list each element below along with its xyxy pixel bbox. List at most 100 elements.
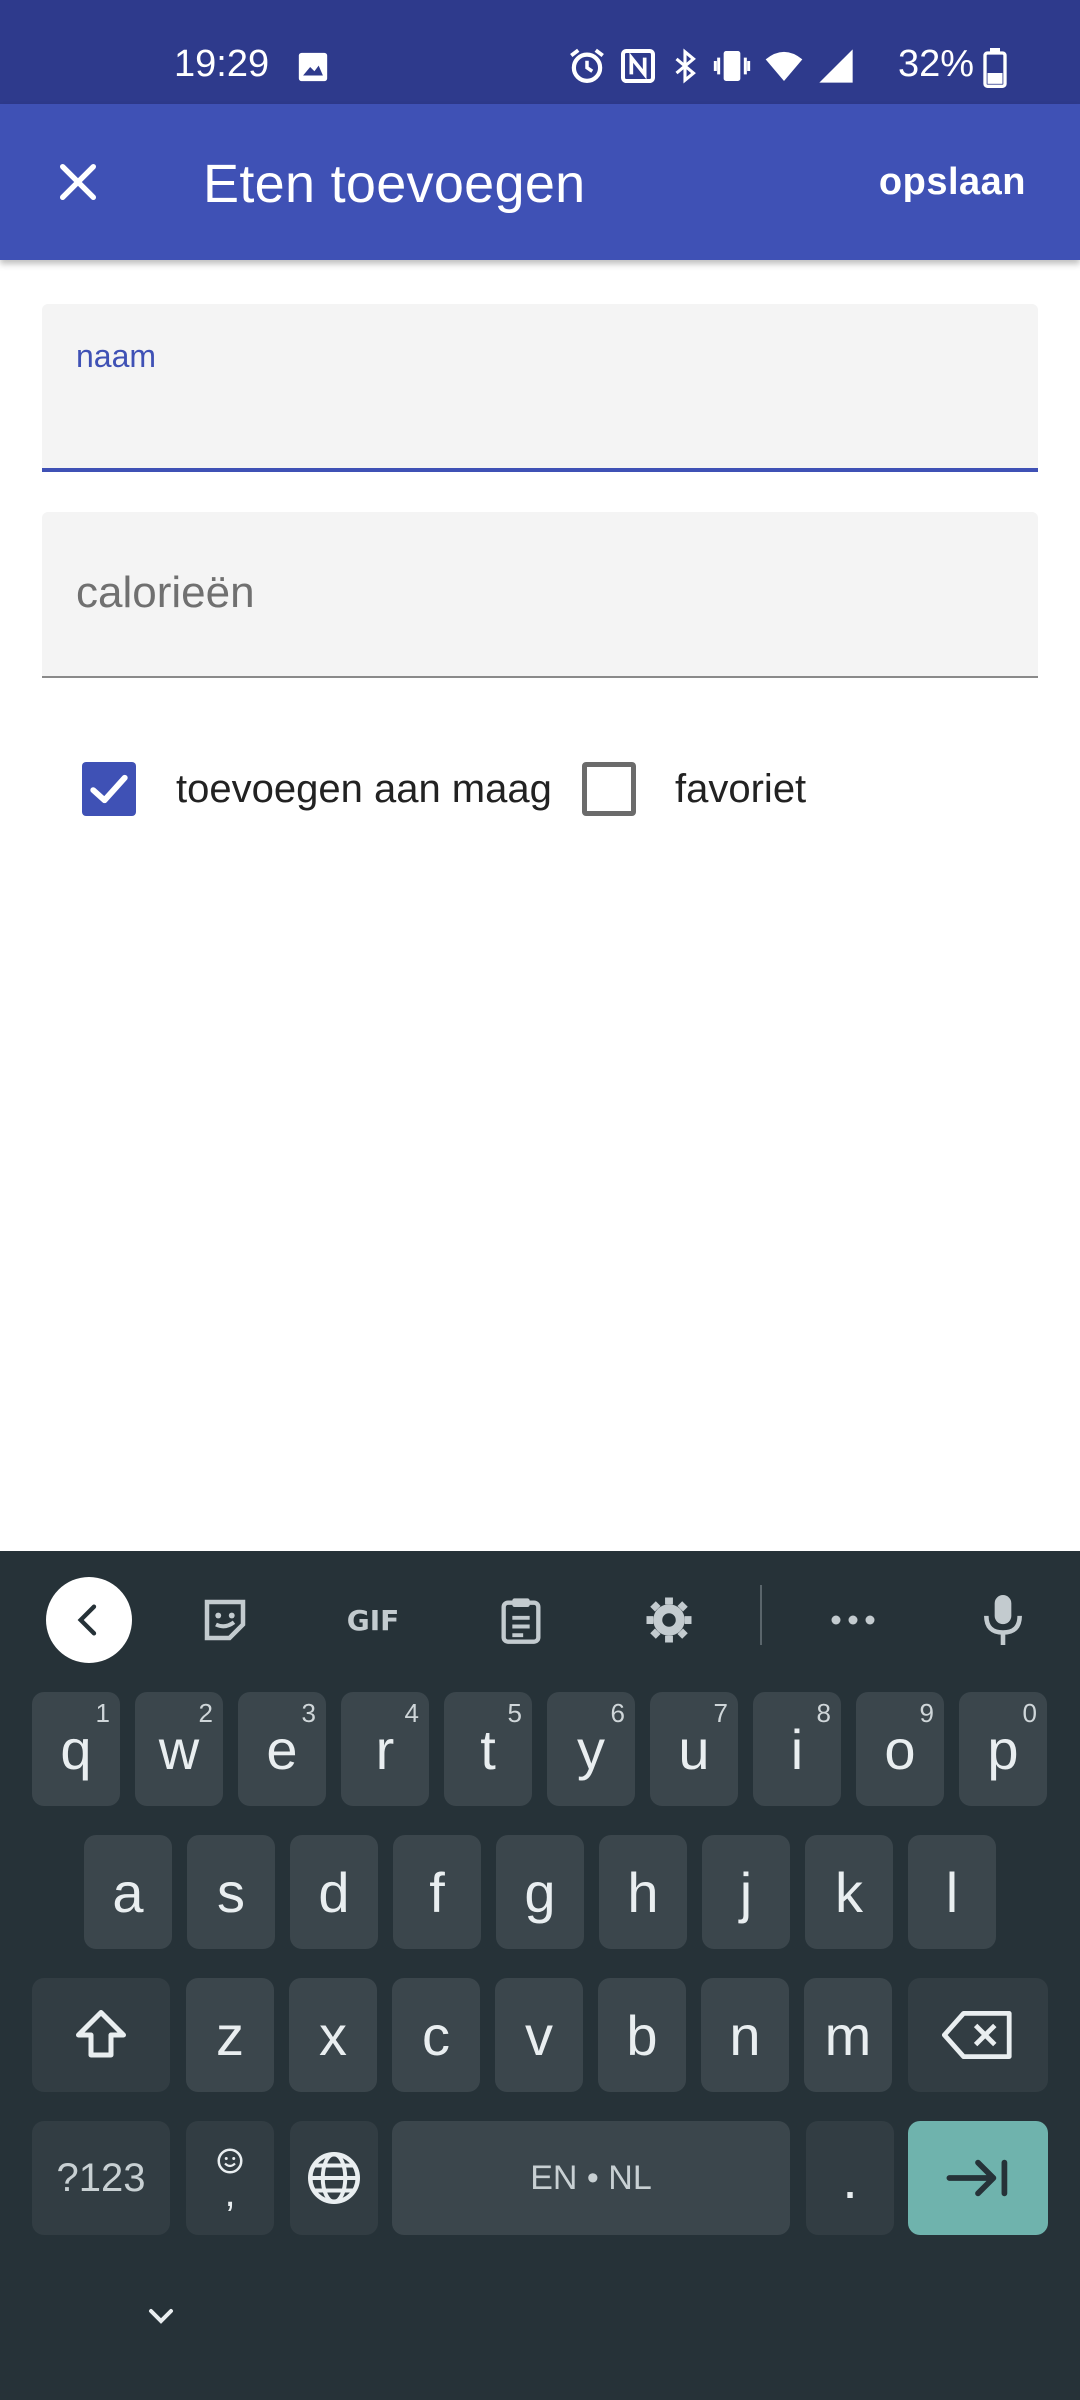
key-p[interactable]: p0 [959,1692,1047,1806]
key-s[interactable]: s [187,1835,275,1949]
gear-icon [646,1597,692,1643]
key-hint: 8 [816,1698,831,1728]
key-t[interactable]: t5 [444,1692,532,1806]
enter-key[interactable] [908,2121,1048,2235]
key-g[interactable]: g [496,1835,584,1949]
image-notification-icon [296,50,330,84]
more-horizontal-icon [831,1615,875,1625]
key-w[interactable]: w2 [135,1692,223,1806]
key-v[interactable]: v [495,1978,583,2092]
key-label: y [577,1717,605,1781]
shift-icon [76,2010,126,2058]
key-hint: 2 [198,1698,213,1728]
keyboard-collapse-button[interactable] [136,2291,186,2341]
key-f[interactable]: f [393,1835,481,1949]
key-hint: 5 [507,1698,522,1728]
key-hint: 4 [404,1698,419,1728]
nfc-icon [618,46,658,86]
key-label: t [480,1717,496,1781]
options-row: toevoegen aan maag favoriet [0,756,1080,822]
key-a[interactable]: a [84,1835,172,1949]
emoji-comma-key[interactable]: , [186,2121,274,2235]
key-label: q [60,1717,92,1781]
key-d[interactable]: d [290,1835,378,1949]
comma-label: , [224,2171,236,2215]
key-i[interactable]: i8 [753,1692,841,1806]
key-r[interactable]: r4 [341,1692,429,1806]
vibrate-icon [712,46,752,86]
key-label: p [987,1717,1019,1781]
more-options-button[interactable] [810,1577,896,1663]
key-m[interactable]: m [804,1978,892,2092]
key-j[interactable]: j [702,1835,790,1949]
favorite-checkbox[interactable] [582,762,636,816]
sticker-icon [204,1599,246,1641]
space-key[interactable]: EN • NL [392,2121,790,2235]
key-o[interactable]: o9 [856,1692,944,1806]
period-key[interactable]: . [806,2121,894,2235]
alarm-icon [566,45,608,87]
checkmark-icon [90,774,128,804]
key-q[interactable]: q1 [32,1692,120,1806]
save-button[interactable]: opslaan [879,160,1026,204]
key-hint: 0 [1022,1698,1037,1728]
app-bar: Eten toevoegen opslaan [0,104,1080,260]
close-button[interactable] [40,144,116,220]
sticker-button[interactable] [182,1577,268,1663]
gif-icon: GIF [347,1604,400,1637]
key-k[interactable]: k [805,1835,893,1949]
symbols-key[interactable]: ?123 [32,2121,170,2235]
name-field[interactable]: naam [42,304,1038,472]
close-icon [59,163,97,201]
key-h[interactable]: h [599,1835,687,1949]
keyboard: GIF q1w2e3r4t5y6u7i8o9p0 asdfghjkl zxcvb… [0,1551,1080,2400]
chevron-left-icon [77,1604,97,1636]
key-b[interactable]: b [598,1978,686,2092]
page-title: Eten toevoegen [203,154,586,214]
add-to-stomach-checkbox[interactable] [82,762,136,816]
microphone-icon [984,1595,1022,1645]
globe-icon [308,2152,360,2204]
key-c[interactable]: c [392,1978,480,2092]
bluetooth-icon [668,46,702,86]
key-n[interactable]: n [701,1978,789,2092]
language-key[interactable] [290,2121,378,2235]
favorite-label[interactable]: favoriet [675,766,806,812]
key-l[interactable]: l [908,1835,996,1949]
key-label: o [884,1717,916,1781]
wifi-icon [762,46,806,86]
name-field-label: naam [76,338,157,374]
clipboard-icon [501,1598,541,1644]
key-u[interactable]: u7 [650,1692,738,1806]
gif-button[interactable]: GIF [330,1577,416,1663]
key-e[interactable]: e3 [238,1692,326,1806]
shift-key[interactable] [32,1978,170,2092]
backspace-icon [942,2010,1012,2059]
keyboard-back-button[interactable] [46,1577,132,1663]
backspace-key[interactable] [908,1978,1048,2092]
key-z[interactable]: z [186,1978,274,2092]
clipboard-button[interactable] [478,1577,564,1663]
key-x[interactable]: x [289,1978,377,2092]
key-label: i [790,1717,804,1781]
key-hint: 3 [301,1698,316,1728]
battery-percent: 32% [898,43,975,85]
keyboard-settings-button[interactable] [626,1577,712,1663]
toolbar-divider [760,1585,762,1645]
add-to-stomach-label[interactable]: toevoegen aan maag [176,766,552,812]
tab-arrow-icon [946,2159,1008,2197]
key-y[interactable]: y6 [547,1692,635,1806]
key-hint: 7 [713,1698,728,1728]
calories-field[interactable]: calorieën [42,512,1038,678]
keyboard-toolbar: GIF [0,1551,1080,1671]
key-label: e [266,1717,298,1781]
status-icons [566,46,856,86]
voice-input-button[interactable] [960,1577,1046,1663]
chevron-down-icon [149,2309,173,2324]
key-hint: 1 [95,1698,110,1728]
key-label: w [158,1717,200,1781]
signal-icon [816,46,856,86]
key-label: r [375,1717,395,1781]
status-bar: 19:29 32% [0,0,1080,104]
key-hint: 6 [610,1698,625,1728]
